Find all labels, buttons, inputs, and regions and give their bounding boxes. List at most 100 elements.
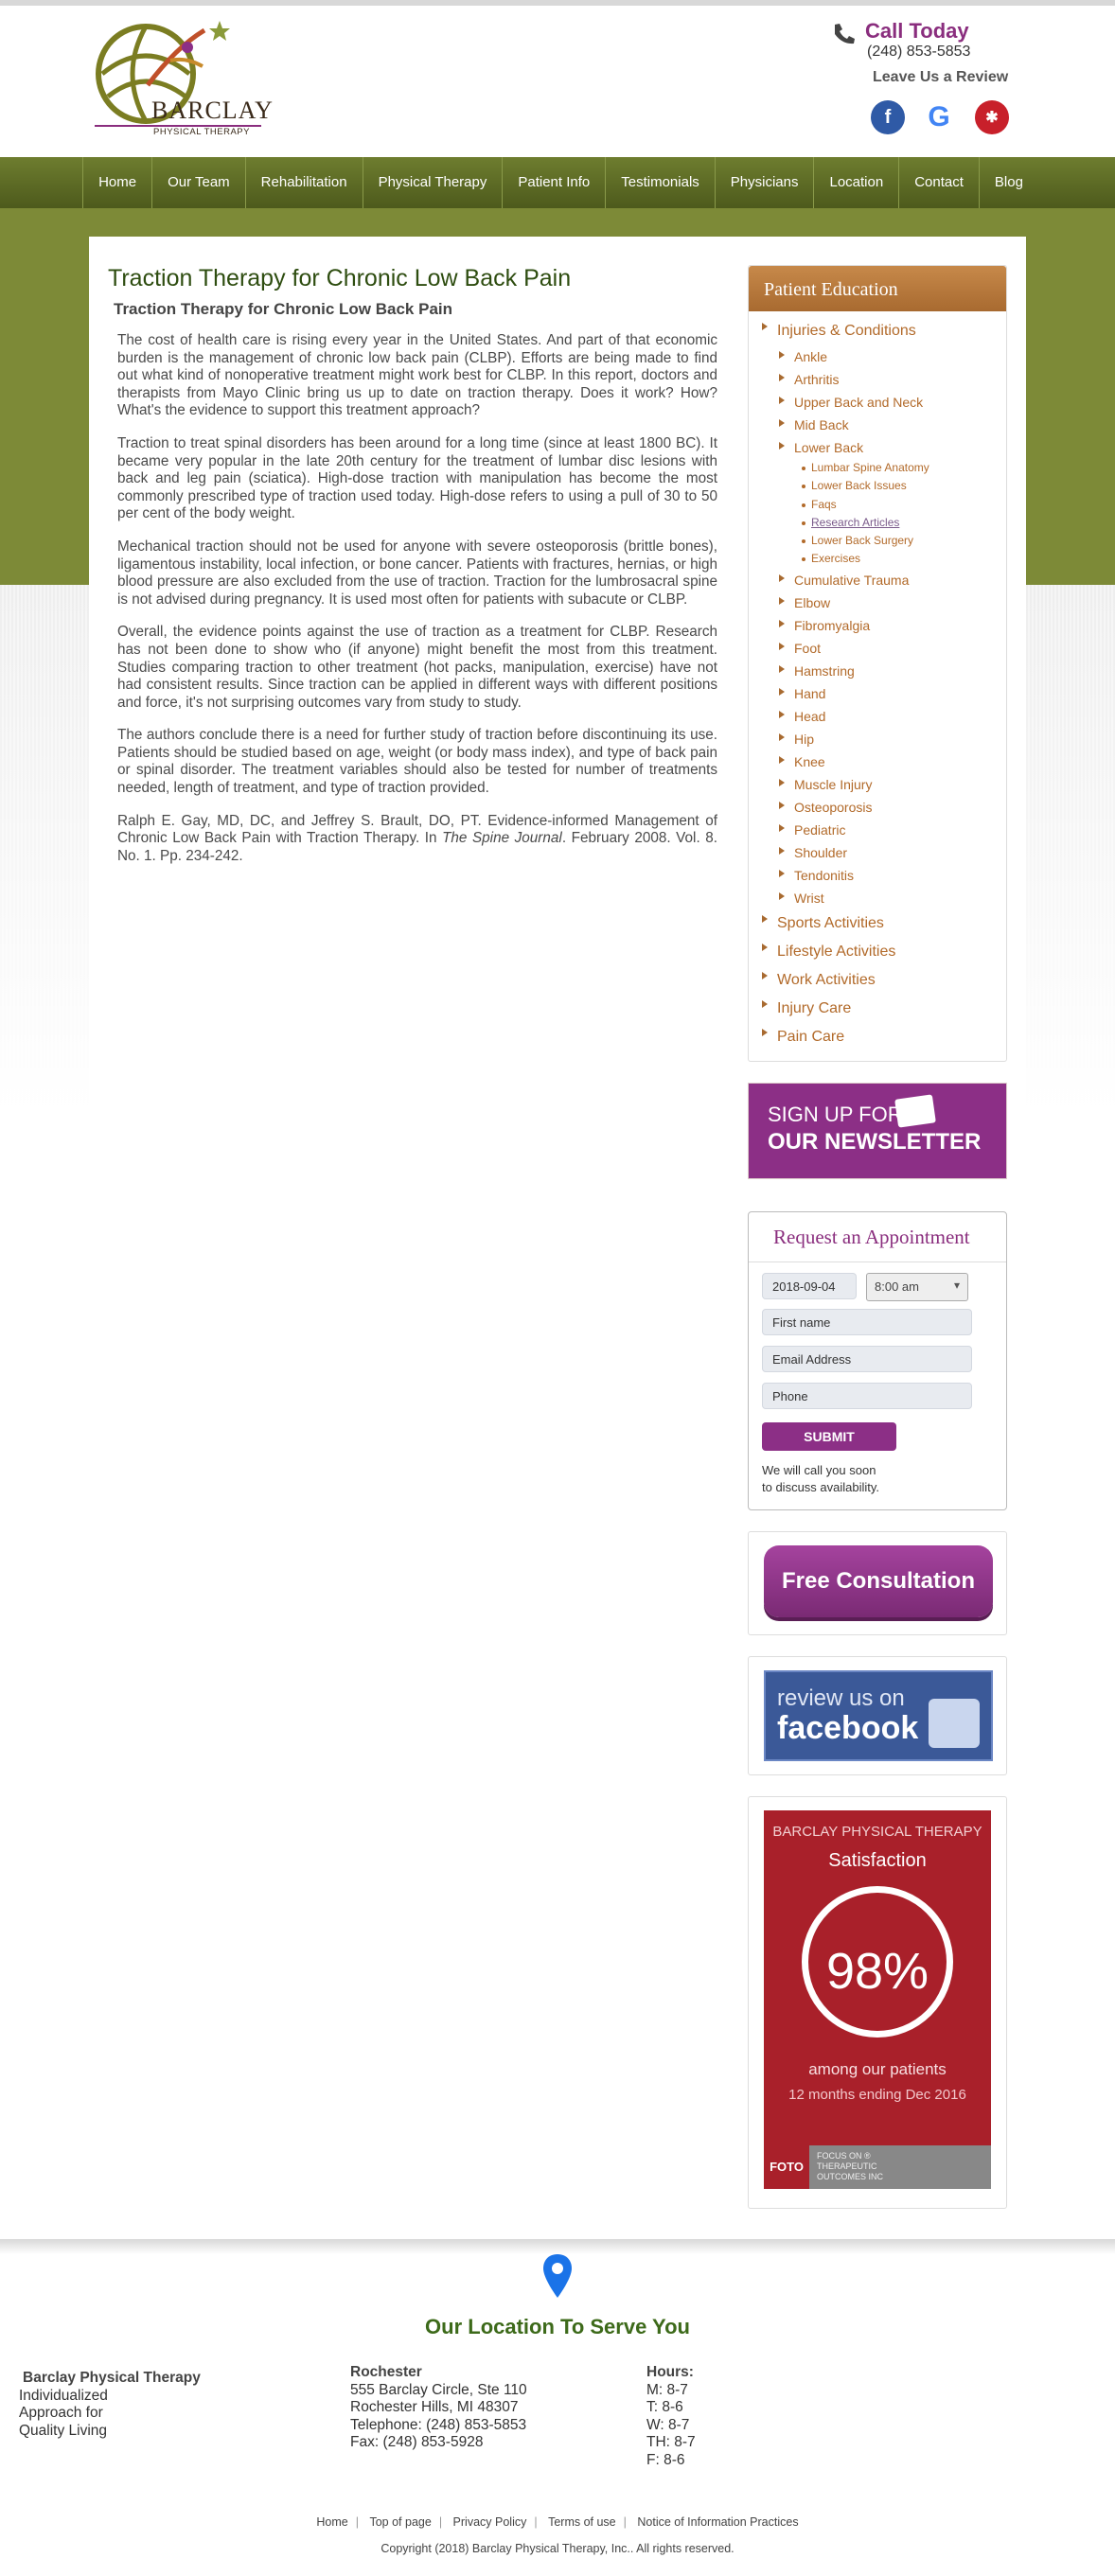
newsletter-line1: SIGN UP FOR [768,1103,903,1126]
phone-input[interactable]: Phone [762,1383,972,1409]
article-paragraph: The cost of health care is rising every … [117,332,717,419]
satisfaction-card: BARCLAY PHYSICAL THERAPY Satisfaction 98… [748,1796,1007,2209]
yelp-icon[interactable]: ✱ [975,100,1009,134]
submenu-item[interactable]: Lower Back Surgery [802,532,1006,550]
submenu-item[interactable]: Lumbar Spine Anatomy [802,459,1006,477]
date-input[interactable]: 2018-09-04 [762,1273,857,1299]
submenu-item[interactable]: Exercises [802,550,1006,568]
submit-button[interactable]: SUBMIT [762,1422,896,1451]
footer-company-col: Barclay Physical Therapy Individualized … [19,2370,201,2440]
menu-item[interactable]: Hamstring [779,660,1006,682]
nav-testimonials[interactable]: Testimonials [606,157,716,208]
facebook-review-line2: facebook [777,1710,919,1746]
facebook-review-button[interactable]: review us on facebook [764,1670,993,1761]
facebook-icon[interactable]: f [871,100,905,134]
footer-link-privacy[interactable]: Privacy Policy [446,2515,535,2529]
footer-address-line: 555 Barclay Circle, Ste 110 [350,2381,527,2398]
footer-tagline: Approach for [19,2405,103,2422]
menu-item[interactable]: Cumulative Trauma [779,569,1006,591]
menu-pain-care[interactable]: Pain Care [762,1023,1006,1051]
appointment-form: Request an Appointment 2018-09-04 8:00 a… [748,1211,1007,1510]
satisfaction-line1: among our patients [808,2060,947,2078]
location-heading: Our Location To Serve You [425,2315,690,2338]
menu-item[interactable]: Shoulder [779,841,1006,864]
newsletter-signup-banner[interactable]: SIGN UP FOR OUR NEWSLETTER [748,1083,1007,1179]
content-container: Traction Therapy for Chronic Low Back Pa… [89,237,1026,2243]
submenu-item-active[interactable]: Research Articles [802,514,1006,532]
menu-item-lower-back[interactable]: Lower Back [779,436,1006,459]
facebook-review-card: review us on facebook [748,1656,1007,1775]
menu-item[interactable]: Fibromyalgia [779,614,1006,637]
menu-lifestyle-activities[interactable]: Lifestyle Activities [762,938,1006,966]
menu-item[interactable]: Upper Back and Neck [779,391,1006,414]
footer-link-top[interactable]: Top of page [362,2515,438,2529]
nav-physical-therapy[interactable]: Physical Therapy [363,157,504,208]
submenu-item[interactable]: Lower Back Issues [802,477,1006,495]
menu-work-activities[interactable]: Work Activities [762,966,1006,995]
newsletter-line2: OUR NEWSLETTER [768,1129,982,1155]
nav-physicians[interactable]: Physicians [716,157,815,208]
satisfaction-line2: 12 months ending Dec 2016 [788,2087,966,2103]
site-header: BARCLAY PHYSICAL THERAPY Call Today (248… [0,6,1115,157]
footer-link-notice[interactable]: Notice of Information Practices [629,2515,805,2529]
satisfaction-company: BARCLAY PHYSICAL THERAPY [772,1824,982,1840]
foto-logo: FOTO [764,2145,809,2189]
appointment-note: We will call you soon to discuss availab… [762,1462,879,1496]
nav-our-team[interactable]: Our Team [152,157,246,208]
sidebar: Patient Education Injuries & Conditions … [748,265,1007,2209]
menu-item[interactable]: Hip [779,728,1006,750]
menu-item[interactable]: Hand [779,682,1006,705]
article-paragraph: Mechanical traction should not be used f… [117,538,717,608]
nav-home[interactable]: Home [82,157,153,208]
article-title: Traction Therapy for Chronic Low Back Pa… [108,265,572,291]
link-separator: | [438,2515,443,2529]
article-subtitle: Traction Therapy for Chronic Low Back Pa… [114,300,453,318]
menu-item[interactable]: Wrist [779,887,1006,909]
nav-location[interactable]: Location [814,157,900,208]
logo-subtitle: PHYSICAL THERAPY [153,127,250,137]
menu-item[interactable]: Arthritis [779,368,1006,391]
menu-injury-care[interactable]: Injury Care [762,995,1006,1023]
menu-item[interactable]: Elbow [779,591,1006,614]
footer-link-home[interactable]: Home [309,2515,355,2529]
appointment-note-line1: We will call you soon [762,1463,876,1477]
footer-link-terms[interactable]: Terms of use [540,2515,624,2529]
article-paragraph: Overall, the evidence points against the… [117,624,717,711]
footer-hours-line: TH: 8-7 [646,2434,696,2451]
article: Traction Therapy for Chronic Low Back Pa… [108,265,717,880]
nav-contact[interactable]: Contact [899,157,980,208]
footer-address-col: Rochester 555 Barclay Circle, Ste 110 Ro… [350,2364,527,2452]
menu-item[interactable]: Pediatric [779,819,1006,841]
facebook-review-line1: review us on [777,1685,905,1711]
menu-item[interactable]: Foot [779,637,1006,660]
citation-journal: The Spine Journal [442,830,562,847]
first-name-input[interactable]: First name [762,1309,972,1335]
foto-description: FOCUS ON ® THERAPEUTIC OUTCOMES INC [817,2151,883,2182]
email-input[interactable]: Email Address [762,1346,972,1372]
menu-item[interactable]: Muscle Injury [779,773,1006,796]
satisfaction-badge: BARCLAY PHYSICAL THERAPY Satisfaction 98… [764,1810,991,2189]
menu-item[interactable]: Knee [779,750,1006,773]
menu-injuries-conditions[interactable]: Injuries & Conditions [762,317,1006,345]
google-icon[interactable]: G [922,100,956,134]
menu-item[interactable]: Ankle [779,345,1006,368]
appointment-title: Request an Appointment [773,1226,970,1248]
menu-item[interactable]: Osteoporosis [779,796,1006,819]
footer-tagline: Individualized [19,2387,108,2404]
footer-links: Home | Top of page | Privacy Policy | Terms… [0,2515,1115,2529]
call-phone-number[interactable]: (248) 853-5853 [867,44,970,61]
nav-rehabilitation[interactable]: Rehabilitation [246,157,363,208]
nav-patient-info[interactable]: Patient Info [503,157,607,208]
footer-fax: Fax: (248) 853-5928 [350,2434,484,2451]
patient-education-box: Patient Education Injuries & Conditions … [748,265,1007,1062]
free-consultation-button[interactable]: Free Consultation [764,1545,993,1617]
footer-phone[interactable]: Telephone: (248) 853-5853 [350,2417,527,2435]
menu-item[interactable]: Head [779,705,1006,728]
submenu-item[interactable]: Faqs [802,496,1006,514]
menu-item[interactable]: Mid Back [779,414,1006,436]
menu-item[interactable]: Tendonitis [779,864,1006,887]
menu-sports-activities[interactable]: Sports Activities [762,909,1006,938]
time-select[interactable]: 8:00 am [866,1273,968,1301]
foto-desc-line: FOCUS ON ® [817,2151,871,2161]
nav-blog[interactable]: Blog [980,157,1038,208]
